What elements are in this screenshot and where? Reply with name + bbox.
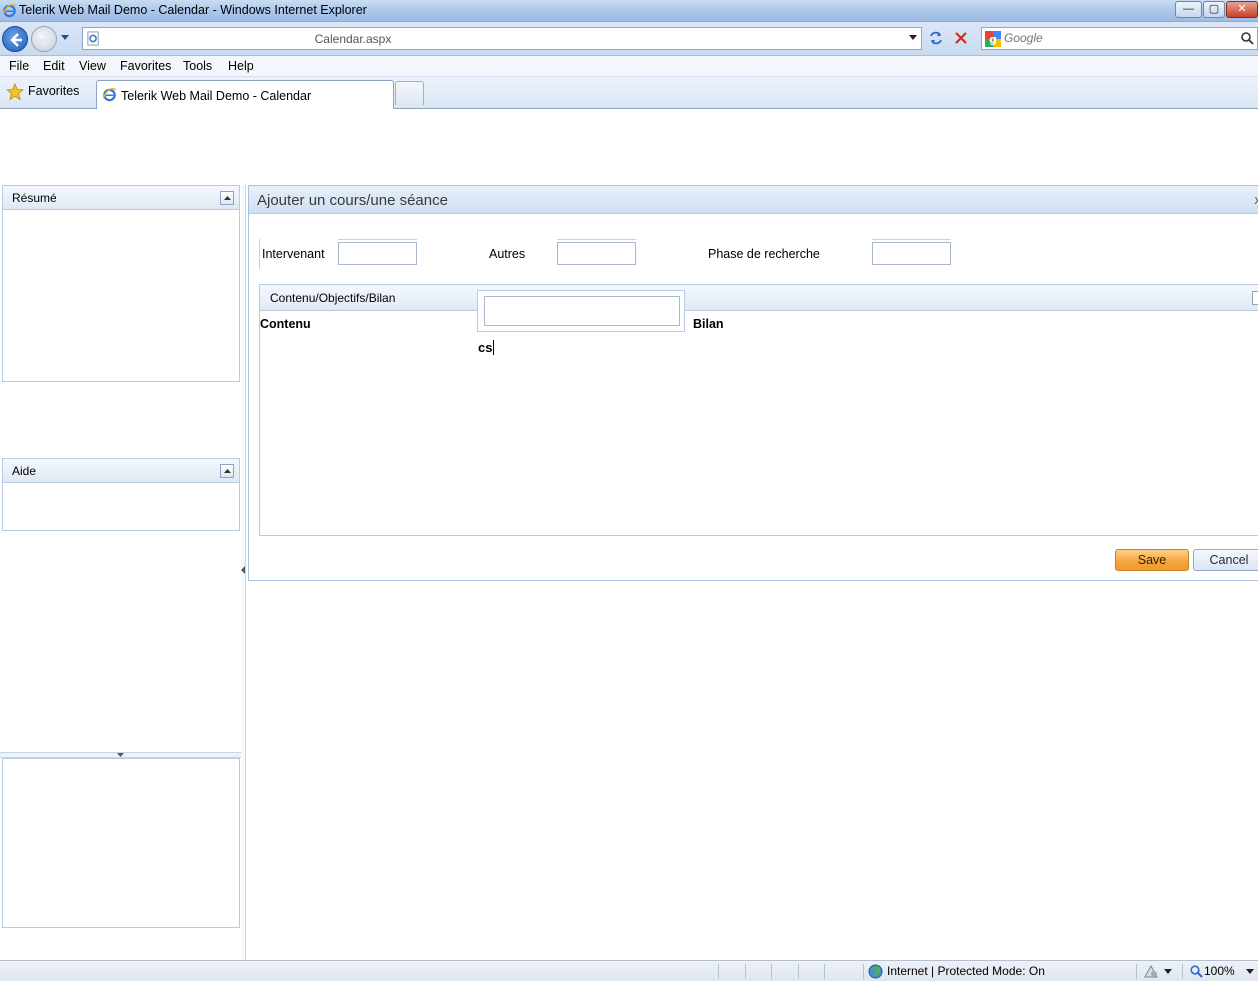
dialog-close-icon[interactable]: x [1255,192,1258,207]
autres-input[interactable] [557,239,636,265]
menu-bar: File Edit View Favorites Tools Help [0,56,1258,77]
panel-aide-title: Aide [12,464,37,478]
status-bar: Internet | Protected Mode: On 100% [0,960,1258,981]
svg-text:g: g [989,33,997,46]
cancel-button[interactable]: Cancel [1193,549,1258,571]
favorites-tab-bar: Favorites Telerik Web Mail Demo - Calend… [0,77,1258,109]
search-input[interactable] [1004,31,1224,45]
group-header[interactable]: Contenu/Objectifs/Bilan [260,285,1258,311]
search-magnifier-icon[interactable] [1240,31,1254,45]
back-button[interactable] [2,26,28,52]
google-icon: g [985,31,1001,47]
dialog-title: Ajouter un cours/une séance [257,192,448,209]
intervenant-input[interactable] [338,239,417,265]
search-box[interactable]: g [981,27,1258,50]
vertical-splitter[interactable] [241,185,246,960]
zoom-level[interactable]: 100% [1190,964,1235,978]
intervenant-label: Intervenant [262,247,325,261]
collapse-up-icon [224,196,231,200]
stop-x-icon [954,32,967,44]
menu-view[interactable]: View [79,59,106,73]
zoom-magnifier-icon [1190,965,1203,978]
bottom-pane [2,758,240,928]
status-separator [824,964,825,979]
minimize-button[interactable]: — [1175,1,1202,18]
menu-tools[interactable]: Tools [183,59,212,73]
group-collapse-button[interactable] [1252,291,1258,305]
compatibility-refresh-button[interactable] [924,27,947,50]
history-dropdown-icon[interactable] [60,32,70,42]
stop-button[interactable] [949,27,972,50]
tab-ie-icon [102,87,117,102]
tab-label: Telerik Web Mail Demo - Calendar [121,89,312,103]
panel-aide-collapse-button[interactable] [220,464,234,478]
autres-label: Autres [489,247,526,261]
objectifs-editor-text[interactable]: cs [478,340,495,355]
status-separator [1136,964,1137,979]
page-content: Résumé Aide Ajouter un cours/une séance … [0,110,1258,960]
zoom-dropdown-icon[interactable] [1246,969,1254,975]
panel-aide-header[interactable]: Aide [2,458,240,483]
text-caret [493,340,495,355]
security-zone-text: Internet | Protected Mode: On [887,964,1045,978]
contenu-column-title: Contenu [260,317,311,331]
status-separator [798,964,799,979]
left-pane: Résumé Aide [0,185,243,960]
panel-resume-body [2,210,240,382]
url-text[interactable]: Calendar.aspx [83,32,623,46]
phase-de-recherche-label: Phase de recherche [708,247,820,261]
forward-button[interactable] [31,26,57,52]
contenu-objectifs-bilan-group: Contenu/Objectifs/Bilan Contenu Bilan cs [259,284,1258,536]
status-separator [863,964,864,979]
phase-de-recherche-input[interactable] [872,239,951,265]
new-tab-button[interactable] [395,81,424,105]
restore-button[interactable]: ▢ [1203,1,1225,18]
address-toolbar: Calendar.aspx g [0,22,1258,56]
menu-file[interactable]: File [9,59,29,73]
status-separator [1182,964,1183,979]
status-separator [718,964,719,979]
back-arrow-icon [10,33,22,47]
add-course-dialog: Ajouter un cours/une séance x Intervenan… [248,185,1258,581]
window-title-bar: Telerik Web Mail Demo - Calendar - Windo… [0,0,1258,22]
group-title: Contenu/Objectifs/Bilan [270,291,396,305]
favorites-star-icon [6,83,24,101]
security-zone[interactable]: Internet | Protected Mode: On [868,964,1045,979]
bilan-column-title: Bilan [693,317,724,331]
panel-aide-body [2,483,240,531]
splitter-collapse-left-icon [241,566,245,574]
globe-icon [868,964,883,979]
dialog-header: Ajouter un cours/une séance x [249,186,1258,214]
panel-resume-collapse-button[interactable] [220,191,234,205]
menu-help[interactable]: Help [228,59,254,73]
favorites-label: Favorites [28,84,80,98]
close-window-button[interactable]: ✕ [1226,1,1258,18]
collapse-up-icon [224,469,231,473]
forward-arrow-icon [39,33,51,47]
status-separator [745,964,746,979]
menu-edit[interactable]: Edit [43,59,65,73]
objectifs-popup-input[interactable] [484,296,680,326]
status-separator [771,964,772,979]
objectifs-popup [477,290,685,332]
ie-logo-icon [2,3,17,18]
settings-dropdown-icon[interactable] [1164,969,1172,975]
address-field[interactable]: Calendar.aspx [82,27,922,50]
fields-row: Intervenant Autres Phase de recherche [259,239,1258,269]
zoom-level-text: 100% [1204,964,1235,978]
panel-resume-header[interactable]: Résumé [2,185,240,210]
save-button[interactable]: Save [1115,549,1189,571]
tab-calendar[interactable]: Telerik Web Mail Demo - Calendar [96,80,394,109]
favorites-button[interactable]: Favorites [6,82,79,102]
window-title: Telerik Web Mail Demo - Calendar - Windo… [19,3,367,17]
protected-mode-settings-icon[interactable] [1143,964,1159,979]
refresh-icon [929,31,942,45]
panel-resume-title: Résumé [12,191,57,205]
address-dropdown-icon[interactable] [908,32,918,42]
menu-favorites[interactable]: Favorites [120,59,171,73]
